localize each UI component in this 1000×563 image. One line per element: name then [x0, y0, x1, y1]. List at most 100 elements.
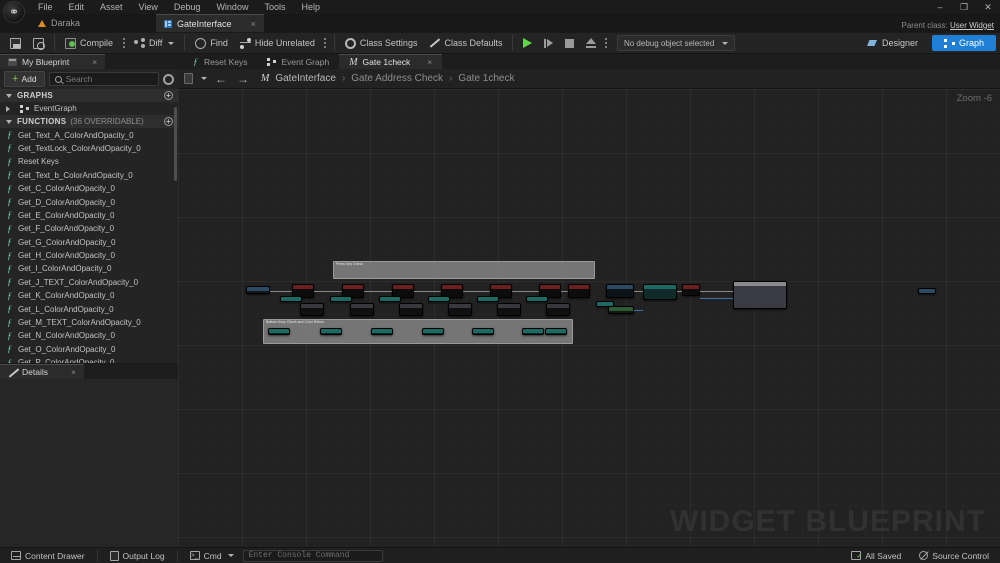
- list-item-function[interactable]: ƒ Get_C_ColorAndOpacity_0: [0, 182, 178, 195]
- graph-node[interactable]: [448, 303, 472, 316]
- graph-node[interactable]: [606, 284, 634, 298]
- graph-node[interactable]: [280, 296, 302, 302]
- forward-button[interactable]: →: [235, 72, 251, 86]
- graph-node[interactable]: [472, 328, 494, 335]
- compile-options-button[interactable]: [119, 35, 128, 51]
- class-settings-button[interactable]: Class Settings: [339, 33, 424, 53]
- tab-reset-keys[interactable]: ƒ Reset Keys: [182, 54, 257, 69]
- graph-node[interactable]: [682, 284, 700, 296]
- list-item-function[interactable]: ƒ Get_F_ColorAndOpacity_0: [0, 222, 178, 235]
- bookmark-icon[interactable]: [184, 73, 193, 84]
- list-item-function[interactable]: ƒ Get_I_ColorAndOpacity_0: [0, 262, 178, 275]
- graph-node[interactable]: [918, 288, 936, 294]
- class-defaults-button[interactable]: Class Defaults: [423, 33, 508, 53]
- list-item-function[interactable]: ƒ Get_G_ColorAndOpacity_0: [0, 236, 178, 249]
- compile-button[interactable]: Compile: [59, 33, 119, 53]
- breadcrumb-item-0[interactable]: GateInterface: [275, 73, 336, 84]
- tab-details[interactable]: Details ×: [0, 364, 84, 379]
- list-item-function[interactable]: ƒ Get_TextLock_ColorAndOpacity_0: [0, 142, 178, 155]
- minimize-button[interactable]: –: [928, 0, 952, 14]
- cmd-button[interactable]: >_ Cmd: [183, 550, 241, 562]
- graph-node[interactable]: [608, 306, 634, 314]
- graph-node[interactable]: [568, 284, 590, 298]
- step-button[interactable]: [538, 33, 559, 53]
- graph-mode-button[interactable]: Graph: [931, 35, 996, 51]
- debug-object-select[interactable]: No debug object selected: [616, 35, 736, 51]
- search-input[interactable]: Search: [48, 72, 159, 86]
- blueprint-graph-canvas[interactable]: Zoom -6 WIDGET BLUEPRINT Press Key Check…: [178, 89, 1000, 547]
- menu-item-help[interactable]: Help: [293, 0, 328, 14]
- console-command-input[interactable]: Enter Console Command: [242, 549, 383, 562]
- tab-my-blueprint[interactable]: My Blueprint ×: [0, 54, 106, 69]
- close-icon[interactable]: ×: [92, 57, 97, 67]
- parent-class-value[interactable]: User Widget: [950, 21, 994, 30]
- graph-node[interactable]: [300, 303, 324, 316]
- graph-node[interactable]: [399, 303, 423, 316]
- close-button[interactable]: ✕: [976, 0, 1000, 14]
- back-button[interactable]: ←: [213, 72, 229, 86]
- maximize-button[interactable]: ❐: [952, 0, 976, 14]
- graph-node[interactable]: [246, 286, 270, 294]
- graph-node[interactable]: [371, 328, 393, 335]
- graph-node[interactable]: [526, 296, 548, 302]
- list-item-function[interactable]: ƒ Get_K_ColorAndOpacity_0: [0, 289, 178, 302]
- close-icon[interactable]: ×: [427, 57, 432, 67]
- graph-node[interactable]: [546, 303, 570, 316]
- graph-node[interactable]: [643, 284, 677, 300]
- list-item-function[interactable]: ƒ Reset Keys: [0, 155, 178, 168]
- source-control-button[interactable]: Source Control: [912, 550, 996, 562]
- menu-item-tools[interactable]: Tools: [256, 0, 293, 14]
- menu-item-debug[interactable]: Debug: [166, 0, 209, 14]
- add-graph-button[interactable]: +: [164, 91, 173, 100]
- list-item-function[interactable]: ƒ Get_P_ColorAndOpacity_0: [0, 356, 178, 363]
- diff-button[interactable]: Diff: [128, 33, 180, 53]
- project-tab[interactable]: Daraka: [30, 14, 88, 32]
- list-item-function[interactable]: ƒ Get_D_ColorAndOpacity_0: [0, 195, 178, 208]
- list-item-function[interactable]: ƒ Get_Text_A_ColorAndOpacity_0: [0, 128, 178, 141]
- list-item-function[interactable]: ƒ Get_J_TEXT_ColorAndOpacity_0: [0, 276, 178, 289]
- list-item-function[interactable]: ƒ Get_Text_b_ColorAndOpacity_0: [0, 169, 178, 182]
- list-item-eventgraph[interactable]: EventGraph: [0, 102, 178, 115]
- save-button[interactable]: [4, 33, 27, 53]
- play-button[interactable]: [517, 33, 538, 53]
- close-icon[interactable]: ×: [71, 367, 76, 377]
- tab-close-icon[interactable]: ×: [251, 19, 256, 29]
- list-item-function[interactable]: ƒ Get_O_ColorAndOpacity_0: [0, 343, 178, 356]
- list-item-function[interactable]: ƒ Get_L_ColorAndOpacity_0: [0, 302, 178, 315]
- add-button[interactable]: + Add: [4, 71, 45, 87]
- my-blueprint-list[interactable]: GRAPHS + EventGraph FUNCTIONS (36 OVERRI…: [0, 89, 178, 363]
- list-scrollbar[interactable]: [174, 107, 177, 181]
- browse-button[interactable]: [27, 33, 50, 53]
- stop-button[interactable]: [559, 33, 580, 53]
- list-item-function[interactable]: ƒ Get_N_ColorAndOpacity_0: [0, 329, 178, 342]
- list-item-function[interactable]: ƒ Get_M_TEXT_ColorAndOpacity_0: [0, 316, 178, 329]
- all-saved-button[interactable]: All Saved: [844, 550, 908, 562]
- menu-item-view[interactable]: View: [131, 0, 166, 14]
- graph-node[interactable]: [350, 303, 374, 316]
- chevron-down-icon[interactable]: [201, 77, 207, 80]
- menu-item-edit[interactable]: Edit: [61, 0, 93, 14]
- menu-item-asset[interactable]: Asset: [92, 0, 131, 14]
- add-function-button[interactable]: +: [164, 117, 173, 127]
- menu-item-window[interactable]: Window: [208, 0, 256, 14]
- hide-unrelated-button[interactable]: Hide Unrelated: [234, 33, 321, 53]
- graph-node[interactable]: [320, 328, 342, 335]
- find-button[interactable]: Find: [189, 33, 234, 53]
- graph-node[interactable]: [379, 296, 401, 302]
- designer-mode-button[interactable]: Designer: [859, 35, 926, 51]
- graph-node[interactable]: [522, 328, 544, 335]
- graph-node[interactable]: [330, 296, 352, 302]
- tab-event-graph[interactable]: Event Graph: [257, 54, 339, 69]
- gear-icon[interactable]: [163, 73, 174, 85]
- eject-button[interactable]: [580, 33, 602, 53]
- section-functions[interactable]: FUNCTIONS (36 OVERRIDABLE) +: [0, 115, 178, 129]
- list-item-function[interactable]: ƒ Get_E_ColorAndOpacity_0: [0, 209, 178, 222]
- content-drawer-button[interactable]: Content Drawer: [4, 550, 92, 562]
- menu-item-file[interactable]: File: [30, 0, 61, 14]
- graph-node[interactable]: [477, 296, 499, 302]
- hide-unrelated-options-button[interactable]: [321, 35, 330, 51]
- section-graphs[interactable]: GRAPHS +: [0, 89, 178, 102]
- graph-node[interactable]: [497, 303, 521, 316]
- graph-node[interactable]: [422, 328, 444, 335]
- output-log-button[interactable]: Output Log: [103, 550, 172, 562]
